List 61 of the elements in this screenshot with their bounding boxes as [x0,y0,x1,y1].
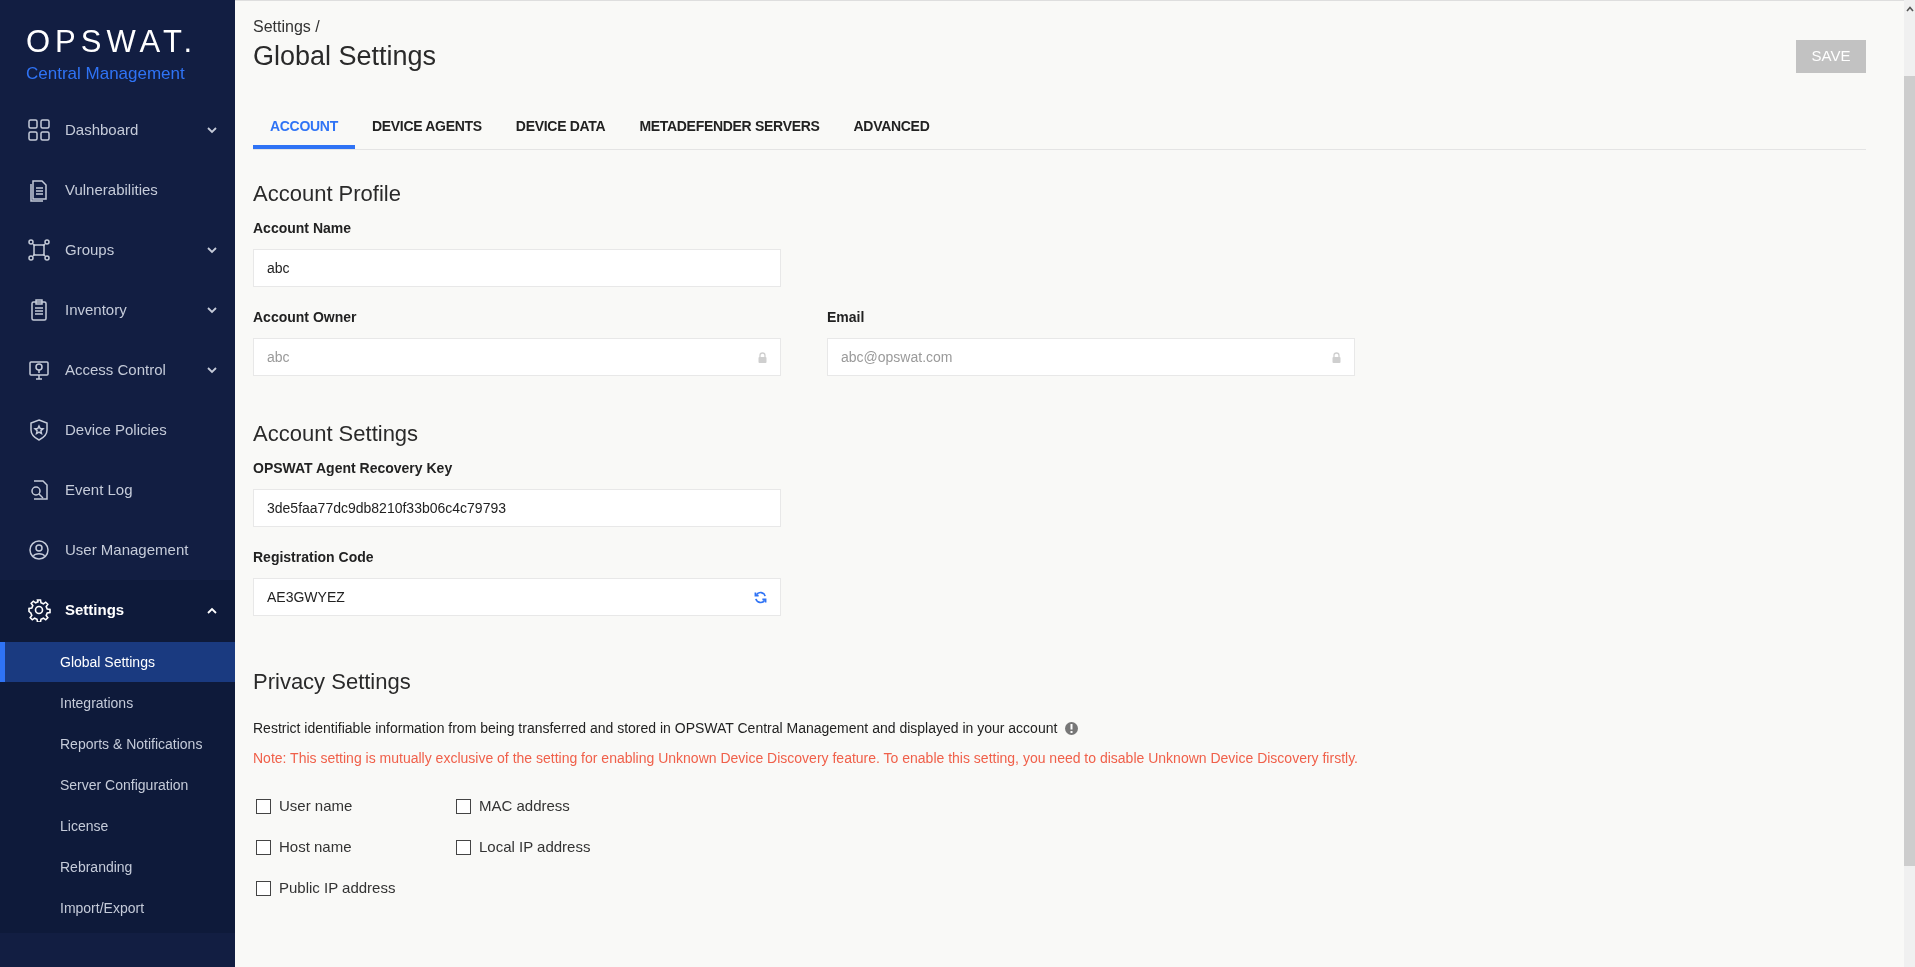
tab[interactable]: ACCOUNT [253,107,355,149]
gear-icon [27,598,51,622]
checkbox-label: Host name [279,836,352,857]
scroll-up-icon[interactable] [1905,6,1914,12]
grid-icon [27,118,51,142]
checkbox-label: Public IP address [279,877,396,898]
refresh-icon[interactable] [754,590,767,604]
tab[interactable]: METADEFENDER SERVERS [622,107,837,149]
breadcrumb[interactable]: Settings / [253,17,1866,37]
checkbox[interactable] [456,839,471,855]
shield-star-icon [27,418,51,442]
submenu-item[interactable]: Rebranding [0,847,235,887]
logo-subtitle: Central Management [26,63,186,85]
tab[interactable]: DEVICE AGENTS [354,107,499,149]
section-heading: Privacy Settings [253,668,412,696]
checkbox[interactable] [256,798,271,814]
nav-item[interactable]: Device Policies [0,400,235,460]
nav-item[interactable]: Dashboard [0,100,235,160]
logo-wordmark: OPSWAT. [26,24,199,60]
nav-item[interactable]: Access Control [0,340,235,400]
input-field[interactable]: 3de5faa77dc9db8210f33b06c4c79793 [253,489,781,527]
tab[interactable]: DEVICE DATA [498,107,623,149]
input-field[interactable]: AE3GWYEZ [253,578,781,616]
scrollbar[interactable] [1904,0,1915,967]
field-label: Email [827,309,866,326]
info-icon[interactable] [1065,722,1079,735]
lock-icon [1332,351,1341,363]
submenu-item[interactable]: License [0,806,235,846]
submenu-item[interactable]: Integrations [0,683,235,723]
field-label: OPSWAT Agent Recovery Key [253,460,454,477]
field-label: Registration Code [253,549,375,566]
checkbox[interactable] [256,880,271,896]
tab[interactable]: ADVANCED [836,107,947,149]
section-heading: Account Settings [253,420,420,448]
submenu-item[interactable]: Import/Export [0,888,235,928]
field-label: Account Name [253,220,353,237]
nav-item[interactable]: Event Log [0,460,235,520]
scrollbar-thumb[interactable] [1904,76,1915,866]
submenu-item[interactable]: Reports & Notifications [0,724,235,764]
nav-item[interactable]: Groups [0,220,235,280]
user-circle-icon [27,538,51,562]
checkbox[interactable] [256,839,271,855]
description-text: Restrict identifiable information from being transferred and stored in OPSWAT Central Management and displayed in your account [253,719,1058,738]
nav-item[interactable]: User Management [0,520,235,580]
submenu-item[interactable]: Global Settings [0,642,235,682]
checkbox[interactable] [456,798,471,814]
checkbox-label: MAC address [479,795,570,816]
monitor-icon [27,358,51,382]
field-label: Account Owner [253,309,358,326]
checkbox-label: Local IP address [479,836,591,857]
section-heading: Account Profile [253,180,402,208]
nav-item[interactable]: Vulnerabilities [0,160,235,220]
warning-note: Note: This setting is mutually exclusive of the setting for enabling Unknown Device Discovery feature. To enable this setting, you need to disable Unknown Device Discovery firstly. [253,749,1359,768]
checkbox-label: User name [279,795,353,816]
nav-item[interactable]: Settings [0,580,235,640]
nodes-icon [27,238,51,262]
lock-icon [758,351,767,363]
submenu-item[interactable]: Server Configuration [0,765,235,805]
page-title: Global Settings [253,40,437,73]
input-field[interactable]: abc [253,249,781,287]
nav-item[interactable]: Inventory [0,280,235,340]
